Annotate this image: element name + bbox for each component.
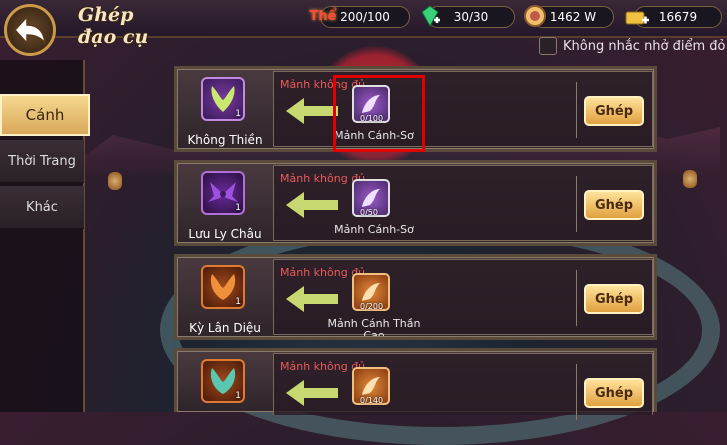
- item-count: 1: [235, 109, 241, 119]
- list-item: 1 Lưu Ly Châu Mảnh không đủ 0/50 Mảnh Cá…: [174, 160, 657, 246]
- arrow-left-icon: [286, 286, 338, 312]
- resource-gem[interactable]: 30/30: [421, 5, 515, 28]
- material-panel: Mảnh không đủ 0/100 Mảnh Cánh-Sơ Ghép: [273, 71, 653, 147]
- combine-button[interactable]: Ghép: [584, 190, 644, 220]
- list-item: 1 Kỳ Lân Diệu Mảnh không đủ 0/200 Mảnh C…: [174, 254, 657, 340]
- page-title: Ghép đạo cụ: [78, 4, 168, 48]
- tab-canh[interactable]: Cánh: [0, 94, 90, 136]
- item-name: Lưu Ly Châu: [188, 227, 262, 241]
- material-panel: Mảnh không đủ 0/50 Mảnh Cánh-Sơ Ghép: [273, 165, 653, 241]
- resource-gem-value: 30/30: [453, 10, 489, 24]
- item-slot[interactable]: 1: [201, 77, 245, 121]
- material-panel: Mảnh không đủ 0/200 Mảnh Cánh Thần Cao G…: [273, 259, 653, 336]
- lantern-icon: [683, 170, 697, 188]
- divider: [576, 176, 577, 232]
- item-name: Kỳ Lân Diệu: [189, 321, 261, 335]
- tab-label: Thời Trang: [8, 153, 76, 169]
- tab-khac[interactable]: Khác: [0, 186, 84, 229]
- remind-toggle[interactable]: Không nhắc nhở điểm đỏ: [539, 37, 726, 55]
- piece-count: 0/140: [360, 396, 384, 405]
- item-count: 1: [235, 203, 241, 213]
- resource-gold-value: 16679: [658, 10, 698, 24]
- item-count: 1: [235, 297, 241, 307]
- remind-checkbox[interactable]: [539, 37, 557, 55]
- arrow-left-icon: [286, 98, 338, 124]
- resource-coin-value: 1462 W: [549, 10, 597, 24]
- remind-label: Không nhắc nhở điểm đỏ: [563, 38, 726, 54]
- piece-name: Mảnh Cánh Thần Cao: [327, 318, 421, 336]
- resource-gold[interactable]: 16679: [625, 6, 722, 28]
- gold-icon: [623, 1, 651, 31]
- list-item: 1 Mảnh không đủ 0/140 Ghép: [174, 348, 657, 420]
- piece-slot[interactable]: 0/140: [352, 367, 390, 405]
- divider: [576, 82, 577, 138]
- item-slot[interactable]: 1: [201, 171, 245, 215]
- item-slot[interactable]: 1: [201, 359, 245, 403]
- piece-slot[interactable]: 0/50: [352, 179, 390, 217]
- piece-count: 0/200: [360, 302, 384, 311]
- arrow-left-icon: [286, 192, 338, 218]
- item-count: 1: [235, 391, 241, 401]
- item-name: Không Thiền: [187, 133, 263, 147]
- piece-slot[interactable]: 0/200: [352, 273, 390, 311]
- combine-button[interactable]: Ghép: [584, 378, 644, 408]
- fire-icon: Thể: [309, 8, 337, 24]
- resource-the-luc-value: 200/100: [340, 10, 390, 24]
- page-title-line1: Ghép: [78, 4, 134, 26]
- material-panel: Mảnh không đủ 0/140 Ghép: [273, 353, 653, 420]
- combine-button[interactable]: Ghép: [584, 284, 644, 314]
- tab-label: Khác: [26, 199, 58, 215]
- divider: [576, 270, 577, 326]
- back-arrow-icon: [13, 15, 46, 45]
- resource-coin[interactable]: 1462 W: [524, 5, 614, 28]
- piece-name: Mảnh Cánh-Sơ: [334, 223, 414, 236]
- tab-thoi-trang[interactable]: Thời Trang: [0, 140, 84, 183]
- highlight-box: [333, 75, 425, 152]
- resource-the-luc[interactable]: Thể 200/100: [310, 6, 410, 28]
- page-title-line2: đạo cụ: [78, 26, 149, 48]
- piece-count: 0/50: [360, 208, 378, 217]
- combine-button[interactable]: Ghép: [584, 96, 644, 126]
- back-button[interactable]: [4, 4, 56, 56]
- tab-label: Cánh: [25, 106, 65, 124]
- gem-icon: [416, 1, 444, 31]
- item-slot[interactable]: 1: [201, 265, 245, 309]
- arrow-left-icon: [286, 380, 338, 406]
- lantern-icon: [108, 172, 122, 190]
- coin-icon: [521, 1, 549, 31]
